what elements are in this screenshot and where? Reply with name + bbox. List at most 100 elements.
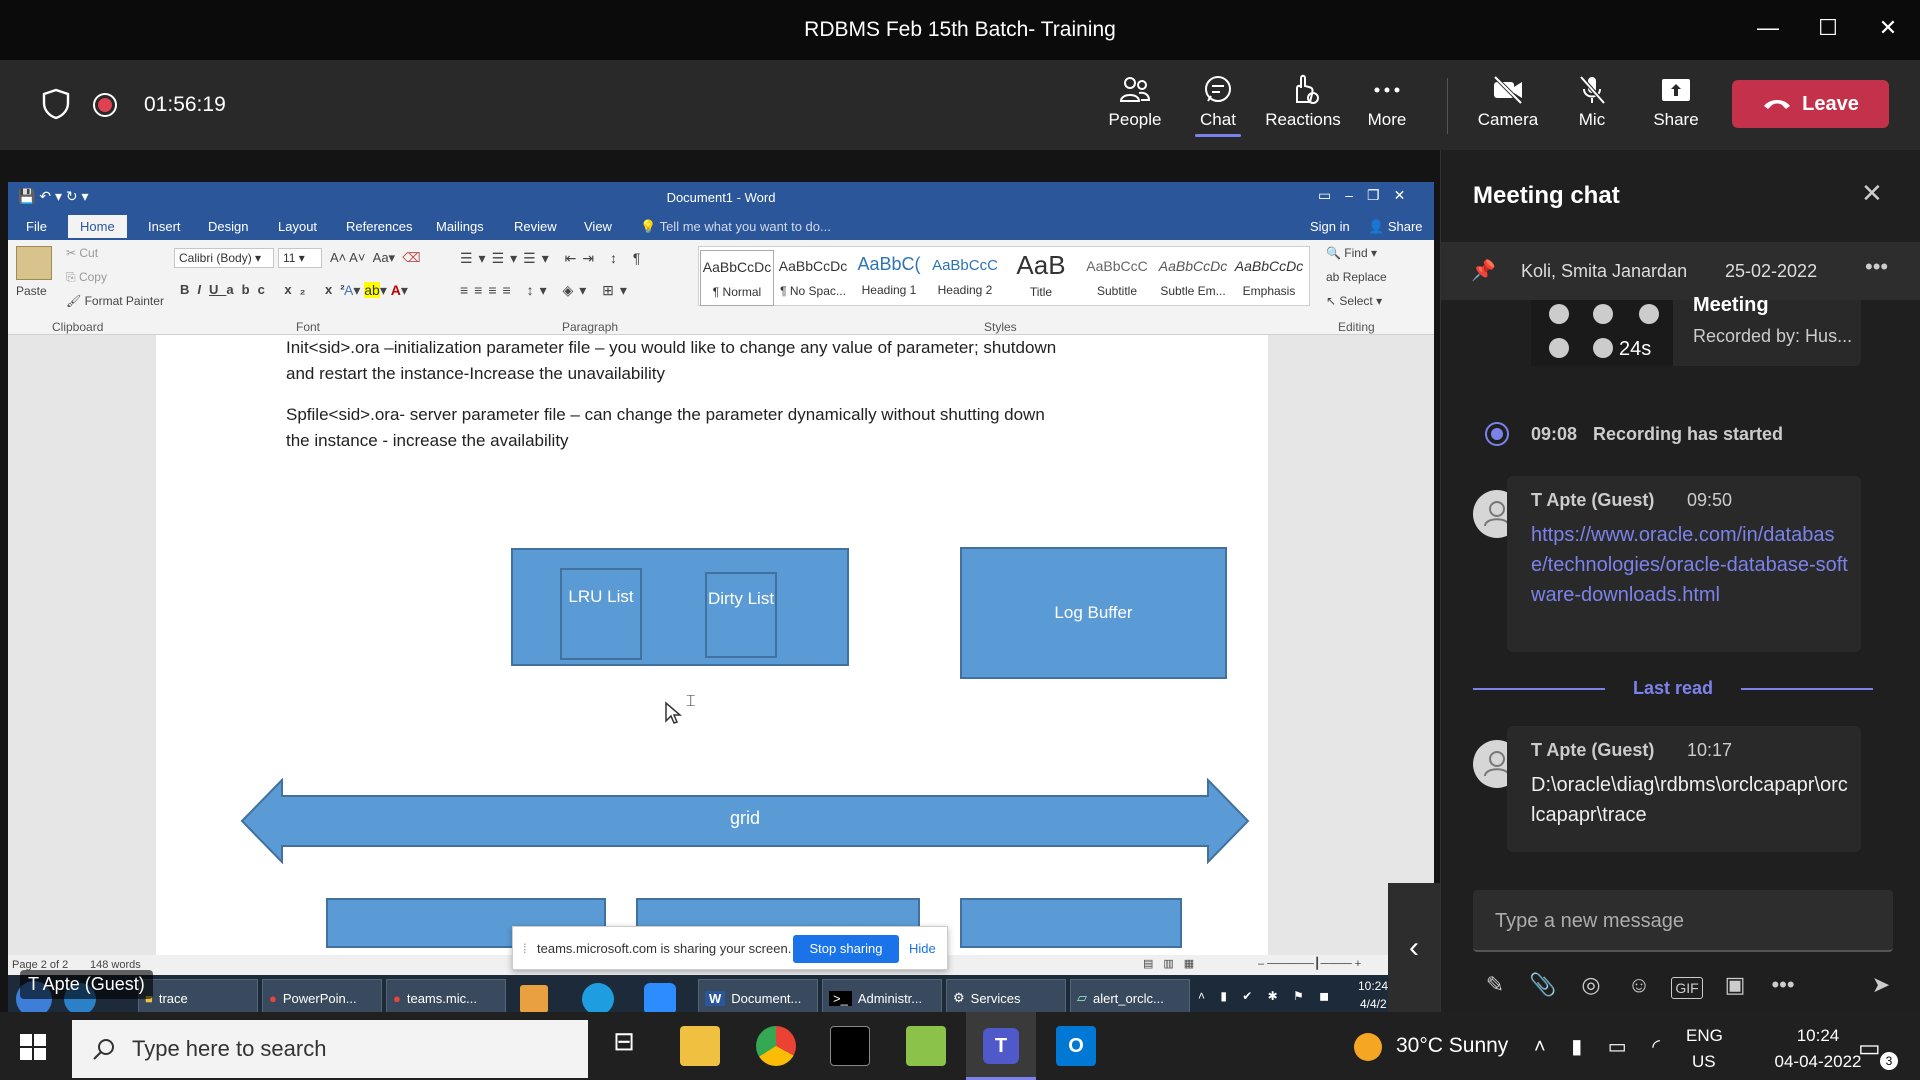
copy-button[interactable]: ⎘ Copy <box>66 270 107 285</box>
style-heading-1[interactable]: AaBbC(Heading 1 <box>852 250 926 306</box>
maximize-button[interactable]: ☐ <box>1808 12 1848 44</box>
format-painter-button[interactable]: 🖌 Format Painter <box>66 294 164 308</box>
outlook-icon[interactable]: O <box>1056 1026 1096 1066</box>
minimize-button[interactable]: — <box>1748 12 1788 44</box>
find-button[interactable]: 🔍 Find ▾ <box>1326 246 1377 260</box>
close-button[interactable]: ✕ <box>1868 12 1908 44</box>
collapse-panel-button[interactable]: ‹ <box>1388 883 1440 1012</box>
bottom-box-3[interactable] <box>960 898 1182 948</box>
send-icon[interactable]: ➤ <box>1865 972 1897 1004</box>
alignment-buttons[interactable]: ≡≡≡≡ ↕▾ ◈▾ ⊞▾ <box>460 282 633 299</box>
clock-date[interactable]: 04-04-2022 <box>1764 1052 1872 1072</box>
chat-message[interactable]: T Apte (Guest) 09:50 https://www.oracle.… <box>1507 476 1861 652</box>
taskbar-search-box[interactable]: Type here to search <box>72 1020 588 1078</box>
style-subtle-emphasis[interactable]: AaBbCcDc Subtle Em... <box>1156 250 1230 306</box>
buffer-cache-box[interactable]: LRU List Dirty List <box>511 548 849 666</box>
loop-icon[interactable]: ◎ <box>1575 972 1607 1004</box>
remote-tray-icons[interactable]: ˄ ▮ ✔ ✱ ⚑ ◼ <box>1198 989 1335 1003</box>
word-share-button[interactable]: 👤 Share <box>1368 219 1423 235</box>
list-buttons[interactable]: ☰▾☰▾☰▾ ⇤⇥ ↕ ¶ <box>460 250 646 267</box>
terminal-icon[interactable] <box>830 1026 870 1066</box>
windows-start-icon[interactable] <box>20 1034 46 1060</box>
task-view-icon[interactable]: ⊟ <box>604 1026 644 1066</box>
view-buttons[interactable]: ▤▥▦ <box>1143 957 1204 970</box>
font-format-buttons[interactable]: BIUabc x₂ x² <box>180 282 353 297</box>
share-label: Share <box>1653 110 1699 129</box>
tab-references[interactable]: References <box>346 219 412 234</box>
weather-text[interactable]: 30°C Sunny <box>1396 1034 1508 1058</box>
edge-icon[interactable] <box>582 983 614 1015</box>
format-icon[interactable]: ✎ <box>1479 972 1511 1004</box>
tab-review[interactable]: Review <box>514 219 557 234</box>
reactions-button[interactable]: Reactions <box>1263 74 1343 130</box>
style-emphasis[interactable]: AaBbCcDc Emphasis <box>1232 250 1306 306</box>
select-button[interactable]: ↖ Select ▾ <box>1326 294 1382 308</box>
notepad-plus-icon[interactable] <box>906 1026 946 1066</box>
style-preview: AaBbCcDc <box>778 258 848 274</box>
style-normal[interactable]: AaBbCcDc ¶ Normal <box>700 250 774 306</box>
chrome-icon[interactable] <box>756 1026 796 1066</box>
mic-button[interactable]: Mic <box>1552 74 1632 130</box>
people-button[interactable]: People <box>1095 74 1175 130</box>
chat-button[interactable]: Chat <box>1178 74 1258 137</box>
more-options-icon[interactable]: ••• <box>1767 972 1799 1004</box>
message-compose-box[interactable]: Type a new message <box>1473 890 1893 952</box>
cut-button[interactable]: ✂ Cut <box>66 246 98 260</box>
tab-mailings[interactable]: Mailings <box>436 219 484 234</box>
tab-file[interactable]: File <box>26 219 47 234</box>
system-tray-icons[interactable]: ˄ ▮ ▭ ◜ <box>1534 1034 1670 1059</box>
hide-button[interactable]: Hide <box>909 941 936 956</box>
gif-icon[interactable]: GIF <box>1671 977 1703 999</box>
tab-view[interactable]: View <box>584 219 612 234</box>
zoom-icon[interactable] <box>644 983 676 1015</box>
sticker-icon[interactable]: ▣ <box>1719 972 1751 1004</box>
paste-button[interactable]: Paste <box>16 284 47 298</box>
style-no-spacing[interactable]: AaBbCcDc ¶ No Spac... <box>776 250 850 306</box>
replace-label: Replace <box>1342 270 1387 284</box>
taskbar-item-label: trace <box>158 990 188 1006</box>
font-name-select[interactable]: Calibri (Body) ▾ <box>174 248 274 268</box>
replace-button[interactable]: ab Replace <box>1326 270 1387 284</box>
leave-button[interactable]: Leave <box>1732 80 1889 128</box>
tab-layout[interactable]: Layout <box>278 219 317 234</box>
pinned-message-bar[interactable]: 📌 Koli, Smita Janardan 25-02-2022 ••• <box>1441 242 1920 300</box>
font-size-buttons[interactable]: A˄ A˅ Aa▾ ⌫ <box>330 250 421 266</box>
teams-taskbar-item[interactable]: T <box>966 1012 1036 1080</box>
recording-card[interactable]: 24s Meeting Recorded by: Hus... <box>1531 294 1861 366</box>
style-subtitle[interactable]: AaBbCcC Subtitle <box>1080 250 1154 306</box>
file-explorer-icon[interactable] <box>680 1026 720 1066</box>
message-link[interactable]: https://www.oracle.com/in/database/techn… <box>1531 520 1849 610</box>
share-button[interactable]: Share <box>1636 74 1716 130</box>
tab-insert[interactable]: Insert <box>148 219 181 234</box>
notification-icon[interactable]: ▭ <box>1858 1034 1881 1063</box>
document-page[interactable]: Init<sid>.ora –initialization parameter … <box>156 335 1268 955</box>
language-line2[interactable]: US <box>1692 1052 1716 1072</box>
clock-time[interactable]: 10:24 <box>1764 1026 1872 1046</box>
language-line1[interactable]: ENG <box>1686 1026 1723 1046</box>
zoom-slider[interactable]: – ──────┃──── + <box>1258 957 1361 970</box>
search-placeholder: Type here to search <box>132 1036 327 1061</box>
style-title[interactable]: AaB Title <box>1004 250 1078 306</box>
drag-handle-icon[interactable]: ⁞ <box>523 941 527 956</box>
font-color-buttons[interactable]: A▾ ab▾ A▾ <box>344 282 408 299</box>
word-window-controls[interactable]: ▭–❐✕ <box>1318 187 1419 204</box>
close-chat-icon[interactable]: ✕ <box>1861 178 1883 209</box>
log-buffer-box[interactable]: Log Buffer <box>960 547 1227 679</box>
camera-button[interactable]: Camera <box>1468 74 1548 130</box>
media-player-icon[interactable] <box>520 985 548 1013</box>
tab-home[interactable]: Home <box>68 215 127 238</box>
font-size-select[interactable]: 11 ▾ <box>278 248 322 268</box>
select-label: Select <box>1339 294 1373 308</box>
notepad-icon: ▱ <box>1077 990 1087 1005</box>
tab-design[interactable]: Design <box>208 219 248 234</box>
stop-sharing-button[interactable]: Stop sharing <box>793 935 899 963</box>
more-options-icon[interactable]: ••• <box>1865 254 1888 280</box>
chat-message[interactable]: T Apte (Guest) 10:17 D:\oracle\diag\rdbm… <box>1507 726 1861 852</box>
tell-me-box[interactable]: 💡 Tell me what you want to do... <box>640 219 831 235</box>
sign-in-link[interactable]: Sign in <box>1310 219 1350 234</box>
more-button[interactable]: More <box>1347 74 1427 130</box>
style-heading-2[interactable]: AaBbCcC Heading 2 <box>928 250 1002 306</box>
attach-icon[interactable]: 📎 <box>1527 972 1559 1004</box>
camera-label: Camera <box>1477 110 1539 129</box>
emoji-icon[interactable]: ☺ <box>1623 972 1655 1004</box>
